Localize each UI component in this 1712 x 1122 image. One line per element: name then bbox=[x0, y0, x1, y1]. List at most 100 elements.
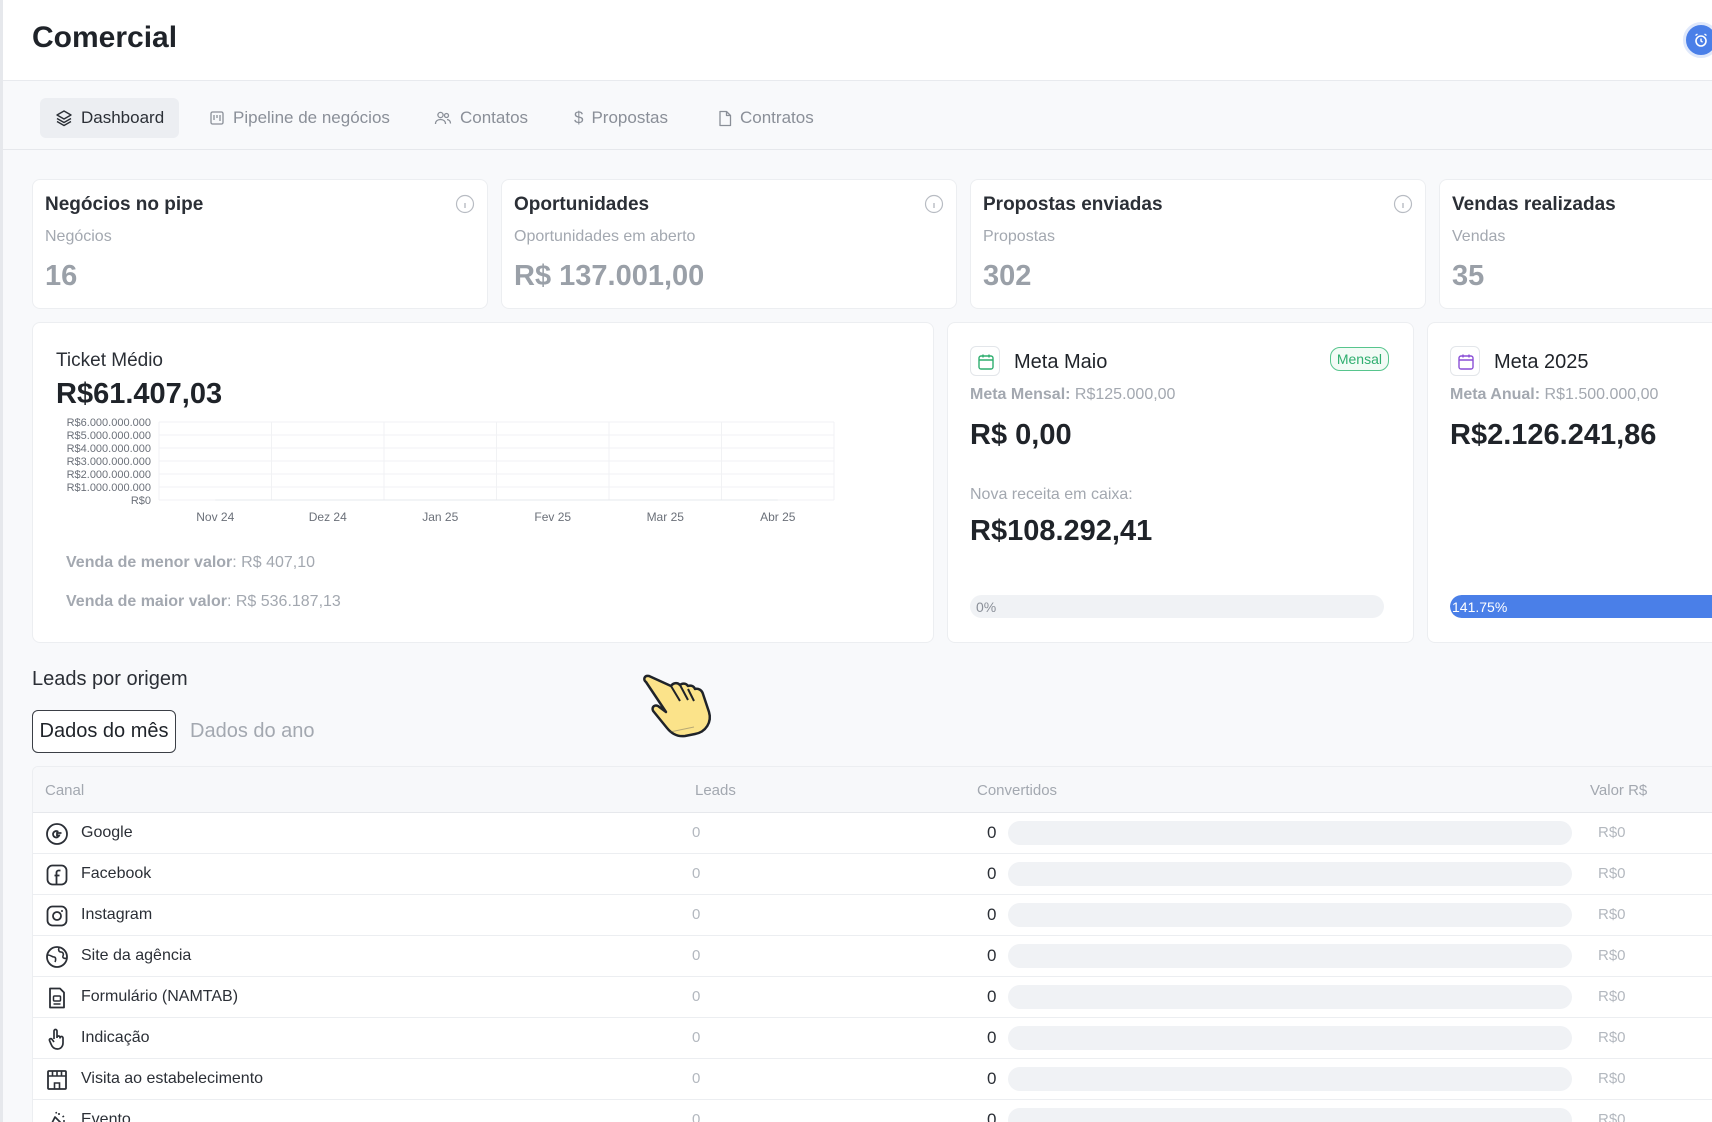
progress-label: 0% bbox=[976, 599, 997, 615]
meta-anual-line: Meta Anual: R$1.500.000,00 bbox=[1450, 386, 1658, 404]
table-row[interactable]: Site da agência 0 0 R$0 bbox=[33, 936, 1712, 977]
converted-count: 0 bbox=[987, 1028, 997, 1047]
tab-dados-mes[interactable]: Dados do mês bbox=[32, 710, 176, 753]
info-icon[interactable] bbox=[455, 194, 475, 214]
meta-anual-value: R$2.126.241,86 bbox=[1450, 419, 1657, 451]
leads-count: 0 bbox=[692, 1111, 701, 1122]
kpi-card-propostas: Propostas enviadas Propostas 302 bbox=[970, 179, 1426, 309]
canal-name: Instagram bbox=[81, 906, 153, 923]
kpi-title: Vendas realizadas bbox=[1452, 194, 1616, 215]
conversion-bar bbox=[1008, 862, 1572, 886]
cash-label: Nova receita em caixa: bbox=[970, 486, 1133, 503]
tab-pipeline[interactable]: Pipeline de negócios bbox=[194, 98, 405, 138]
y-tick-label: R$1.000.000.000 bbox=[67, 482, 151, 494]
valor: R$0 bbox=[1598, 1029, 1626, 1046]
progress-label: 141.75% bbox=[1452, 599, 1508, 615]
globe-icon bbox=[46, 946, 68, 968]
kpi-subtitle: Oportunidades em aberto bbox=[514, 228, 696, 245]
kpi-title: Oportunidades bbox=[514, 194, 650, 215]
meta-mensal-line: Meta Mensal: R$125.000,00 bbox=[970, 386, 1175, 404]
dollar-icon: $ bbox=[574, 108, 584, 127]
table-header: Canal Leads Convertidos Valor R$ bbox=[33, 767, 1712, 813]
converted-count: 0 bbox=[987, 946, 997, 965]
calendar-icon-wrap bbox=[970, 346, 1000, 376]
y-tick-label: R$4.000.000.000 bbox=[67, 443, 151, 455]
x-tick-label: Fev 25 bbox=[534, 510, 571, 524]
table-row[interactable]: Facebook 0 0 R$0 bbox=[33, 854, 1712, 895]
alarm-clock-button[interactable] bbox=[1683, 22, 1712, 58]
canal-name: Visita ao estabelecimento bbox=[81, 1070, 264, 1087]
kpi-value: 302 bbox=[983, 260, 1032, 292]
sparkles-icon bbox=[51, 1111, 65, 1122]
table-row[interactable]: Visita ao estabelecimento 0 0 R$0 bbox=[33, 1059, 1712, 1100]
ticket-chart: R$6.000.000.000R$5.000.000.000R$4.000.00… bbox=[67, 418, 835, 524]
google-icon bbox=[46, 823, 68, 845]
leads-table: Canal Leads Convertidos Valor R$ Google … bbox=[32, 766, 1712, 1122]
calendar-icon-wrap bbox=[1450, 346, 1480, 376]
form-icon bbox=[49, 987, 65, 1009]
table-row[interactable]: Evento 0 0 R$0 bbox=[33, 1100, 1712, 1122]
cash-value: R$108.292,41 bbox=[970, 515, 1153, 547]
instagram-icon bbox=[46, 905, 68, 927]
converted-count: 0 bbox=[987, 905, 997, 924]
kpi-value: 35 bbox=[1452, 260, 1485, 292]
conversion-bar bbox=[1008, 985, 1572, 1009]
meta-anual-progress: 141.75% bbox=[1450, 595, 1712, 618]
y-tick-label: R$3.000.000.000 bbox=[67, 456, 151, 468]
x-tick-label: Abr 25 bbox=[760, 510, 796, 524]
leads-count: 0 bbox=[692, 906, 701, 923]
leads-title: Leads por origem bbox=[32, 668, 188, 690]
conversion-bar bbox=[1008, 944, 1572, 968]
canal-name: Indicação bbox=[81, 1029, 150, 1046]
tab-contatos[interactable]: Contatos bbox=[419, 98, 543, 138]
valor: R$0 bbox=[1598, 906, 1626, 923]
converted-count: 0 bbox=[987, 823, 997, 842]
tab-dashboard[interactable]: Dashboard bbox=[40, 98, 180, 138]
table-row[interactable]: Formulário (NAMTAB) 0 0 R$0 bbox=[33, 977, 1712, 1018]
ticket-value: R$61.407,03 bbox=[56, 378, 223, 410]
meta-anual-line-label: Meta Anual: bbox=[1450, 386, 1541, 403]
ticket-medio-card: Ticket Médio R$61.407,03 R$6.000.000.000… bbox=[32, 322, 934, 643]
tab-contatos-label: Contatos bbox=[460, 108, 529, 127]
tab-propostas[interactable]: $ Propostas bbox=[559, 98, 683, 138]
max-sale-stat: Venda de maior valor: R$ 536.187,13 bbox=[66, 593, 341, 611]
col-convertidos: Convertidos bbox=[977, 782, 1058, 799]
x-tick-label: Nov 24 bbox=[196, 510, 234, 524]
pointer-icon bbox=[48, 1028, 64, 1050]
converted-count: 0 bbox=[987, 987, 997, 1006]
facebook-icon bbox=[46, 864, 68, 886]
meta-mensal-value: R$ 0,00 bbox=[970, 419, 1072, 451]
alarm-clock-icon bbox=[1695, 33, 1707, 47]
max-sale-label: Venda de maior valor bbox=[66, 593, 227, 610]
info-icon[interactable] bbox=[924, 194, 944, 214]
info-icon[interactable] bbox=[1393, 194, 1413, 214]
col-valor: Valor R$ bbox=[1590, 782, 1648, 799]
conversion-bar bbox=[1008, 903, 1572, 927]
x-tick-label: Mar 25 bbox=[647, 510, 685, 524]
meta-anual-line-value: R$1.500.000,00 bbox=[1544, 386, 1659, 403]
converted-count: 0 bbox=[987, 1069, 997, 1088]
kpi-title: Negócios no pipe bbox=[45, 194, 204, 215]
y-tick-label: R$6.000.000.000 bbox=[67, 418, 151, 429]
ticket-title: Ticket Médio bbox=[56, 350, 163, 371]
canal-name: Site da agência bbox=[81, 947, 192, 964]
converted-count: 0 bbox=[987, 1110, 997, 1122]
tab-contratos[interactable]: Contratos bbox=[703, 98, 829, 138]
table-row[interactable]: Indicação 0 0 R$0 bbox=[33, 1018, 1712, 1059]
meta-anual-title: Meta 2025 bbox=[1494, 351, 1589, 373]
tab-bar: Dashboard Pipeline de negócios Contatos … bbox=[3, 82, 1712, 150]
table-row[interactable]: Instagram 0 0 R$0 bbox=[33, 895, 1712, 936]
x-tick-label: Dez 24 bbox=[309, 510, 347, 524]
table-row[interactable]: Google 0 0 R$0 bbox=[33, 813, 1712, 854]
meta-mensal-progress: 0% bbox=[970, 595, 1384, 618]
valor: R$0 bbox=[1598, 1111, 1626, 1122]
kpi-subtitle: Vendas bbox=[1452, 228, 1506, 245]
store-icon bbox=[47, 1070, 67, 1090]
kpi-value: 16 bbox=[45, 260, 78, 292]
kpi-title: Propostas enviadas bbox=[983, 194, 1163, 215]
conversion-bar bbox=[1008, 1026, 1572, 1050]
mensal-badge: Mensal bbox=[1329, 347, 1389, 371]
canal-name: Evento bbox=[81, 1111, 131, 1122]
hand-cursor-icon bbox=[643, 674, 711, 738]
tab-dados-ano[interactable]: Dados do ano bbox=[190, 710, 315, 753]
